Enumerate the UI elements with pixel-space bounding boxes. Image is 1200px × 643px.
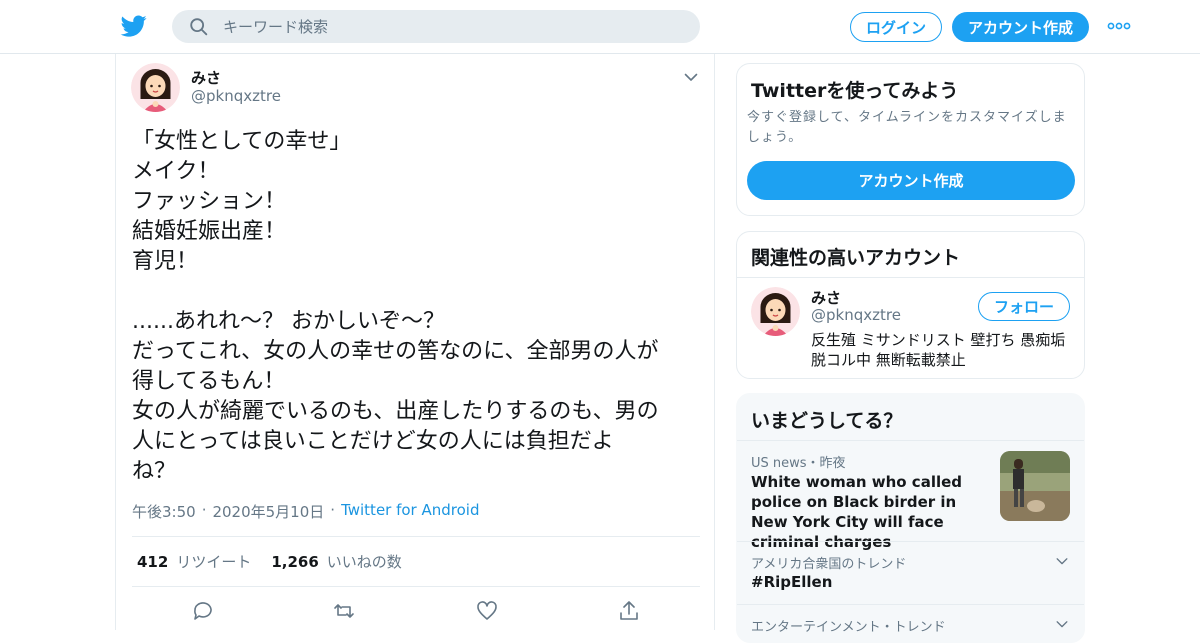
related-account-name[interactable]: みさ bbox=[811, 287, 841, 308]
create-account-button[interactable]: アカウント作成 bbox=[747, 161, 1075, 200]
tweet-meta: 午後3:50 · 2020年5月10日 · Twitter for Androi… bbox=[132, 501, 480, 522]
signup-card-title: Twitterを使ってみよう bbox=[751, 80, 959, 102]
retweet-label: リツイート bbox=[176, 553, 252, 571]
retweet-number: 412 bbox=[137, 553, 169, 571]
trend-meta: エンターテインメント・トレンド bbox=[751, 620, 946, 635]
related-account-bio: 反生殖 ミサンドリスト 壁打ち 愚痴垢 脱コル中 無断転載禁止 bbox=[811, 331, 1066, 369]
author-handle[interactable]: @pknqxztre bbox=[191, 87, 281, 105]
divider bbox=[737, 277, 1084, 278]
login-button[interactable]: ログイン bbox=[850, 12, 942, 42]
search-box[interactable] bbox=[172, 10, 700, 43]
trends-title: いまどうしてる？ bbox=[751, 410, 903, 432]
signup-card-description: 今すぐ登録して、タイムラインをカスタマイズしましょう。 bbox=[747, 110, 1067, 145]
tweet-source[interactable]: Twitter for Android bbox=[341, 501, 479, 522]
avatar[interactable] bbox=[751, 287, 800, 336]
like-label: いいねの数 bbox=[326, 553, 402, 571]
related-accounts-card: 関連性の高いアカウント みさ @pknqxztre フォロー 反生殖 ミサンドリ… bbox=[736, 231, 1085, 379]
related-accounts-title: 関連性の高いアカウント bbox=[751, 247, 961, 269]
meta-separator: · bbox=[330, 501, 336, 519]
trend-title: White woman who called police on Black b… bbox=[751, 473, 963, 551]
trends-card: いまどうしてる？ US news・昨夜 White woman who call… bbox=[736, 393, 1085, 643]
trend-title: #RipEllen bbox=[751, 573, 833, 591]
tweet-time[interactable]: 午後3:50 bbox=[132, 501, 196, 522]
trend-item[interactable]: エンターテインメント・トレンド bbox=[737, 604, 1084, 642]
more-icon[interactable] bbox=[1107, 21, 1131, 31]
tweet-detail: みさ @pknqxztre 「女性としての幸せ」 メイク！ ファッション！ 結婚… bbox=[115, 54, 715, 630]
retweet-icon[interactable] bbox=[332, 599, 356, 623]
chevron-down-icon[interactable] bbox=[1055, 617, 1069, 631]
trend-meta: アメリカ合衆国のトレンド bbox=[751, 557, 907, 572]
chevron-down-icon[interactable] bbox=[683, 69, 699, 85]
trend-item[interactable]: アメリカ合衆国のトレンド #RipEllen bbox=[737, 541, 1084, 604]
avatar[interactable] bbox=[131, 63, 180, 112]
follow-button[interactable]: フォロー bbox=[978, 292, 1070, 321]
trend-meta: US news・昨夜 bbox=[751, 456, 846, 471]
trend-item[interactable]: US news・昨夜 White woman who called police… bbox=[737, 440, 1084, 551]
divider bbox=[132, 536, 700, 537]
tweet-stats: 412 リツイート 1,266 いいねの数 bbox=[137, 551, 402, 572]
tweet-text: 「女性としての幸せ」 メイク！ ファッション！ 結婚妊娠出産！ 育児！ ....… bbox=[132, 129, 659, 484]
twitter-bird-icon[interactable] bbox=[120, 13, 148, 39]
signup-button[interactable]: アカウント作成 bbox=[952, 12, 1089, 42]
trend-thumbnail bbox=[1000, 451, 1070, 521]
reply-icon[interactable] bbox=[191, 599, 215, 623]
heart-icon[interactable] bbox=[475, 599, 499, 623]
tweet-date[interactable]: 2020年5月10日 bbox=[212, 501, 324, 522]
author-name[interactable]: みさ bbox=[191, 67, 221, 88]
signup-card: Twitterを使ってみよう 今すぐ登録して、タイムラインをカスタマイズしましょ… bbox=[736, 63, 1085, 216]
share-icon[interactable] bbox=[617, 599, 641, 623]
top-bar: ログイン アカウント作成 bbox=[0, 0, 1200, 54]
related-account-handle[interactable]: @pknqxztre bbox=[811, 306, 901, 324]
chevron-down-icon[interactable] bbox=[1055, 554, 1069, 568]
like-count[interactable]: 1,266 いいねの数 bbox=[271, 551, 401, 572]
like-number: 1,266 bbox=[271, 553, 319, 571]
search-icon bbox=[190, 17, 208, 35]
divider bbox=[132, 586, 700, 587]
retweet-count[interactable]: 412 リツイート bbox=[137, 551, 251, 572]
meta-separator: · bbox=[201, 501, 207, 519]
search-input[interactable] bbox=[223, 17, 623, 36]
